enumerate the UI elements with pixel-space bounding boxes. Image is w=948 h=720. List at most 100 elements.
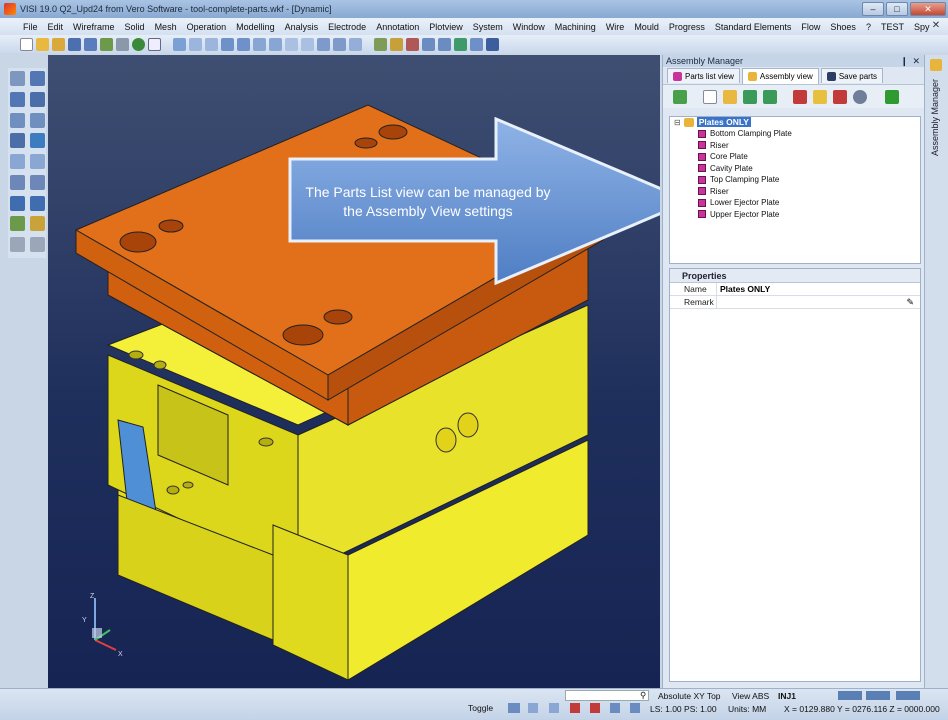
solid-box-icon[interactable]: [30, 154, 45, 170]
calendar-icon[interactable]: [508, 703, 520, 713]
menu-progress[interactable]: Progress: [664, 22, 710, 32]
attributes-icon[interactable]: [422, 37, 435, 51]
refresh-icon[interactable]: [673, 89, 687, 104]
surface-icon[interactable]: [30, 133, 45, 149]
menu-shoes[interactable]: Shoes: [825, 22, 861, 32]
rotate-icon[interactable]: [10, 154, 25, 170]
tab-save-parts[interactable]: Save parts: [820, 68, 884, 83]
trim-icon[interactable]: [10, 133, 25, 149]
toggle-label[interactable]: Toggle: [468, 703, 493, 713]
layers-icon[interactable]: [406, 37, 419, 51]
arrow-right-icon[interactable]: [30, 237, 45, 253]
arrow-left-icon[interactable]: [10, 237, 25, 253]
collapse-icon[interactable]: ⊟: [674, 118, 681, 127]
menu-mould[interactable]: Mould: [629, 22, 664, 32]
menu-help[interactable]: ?: [861, 22, 876, 32]
graphics-viewport[interactable]: The Parts List view can be managed by th…: [48, 55, 660, 688]
box-icon[interactable]: [438, 37, 451, 51]
property-remark-value[interactable]: [716, 295, 920, 309]
menu-wireframe[interactable]: Wireframe: [68, 22, 120, 32]
extrude-icon[interactable]: [253, 37, 266, 51]
measure-icon[interactable]: [10, 174, 25, 190]
tab-assembly-view[interactable]: Assembly view: [741, 68, 819, 84]
render-icon[interactable]: [132, 37, 145, 51]
select-icon[interactable]: [813, 89, 827, 104]
menu-electrode[interactable]: Electrode: [323, 22, 371, 32]
chamfer-icon[interactable]: [317, 37, 330, 51]
explode-icon[interactable]: [833, 89, 847, 104]
polyline-icon[interactable]: [30, 91, 45, 107]
checkmark-icon[interactable]: [885, 89, 899, 104]
inj-label[interactable]: INJ1: [778, 691, 796, 701]
view-mode-label[interactable]: Absolute XY Top: [658, 691, 721, 701]
new-assembly-icon[interactable]: [703, 89, 717, 104]
pattern-icon[interactable]: [349, 37, 362, 51]
tree-item[interactable]: Core Plate: [698, 151, 792, 163]
assembly-tree[interactable]: ⊟ Plates ONLY Bottom Clamping Plate Rise…: [669, 116, 921, 264]
right-side-tab[interactable]: Assembly Manager: [924, 55, 948, 688]
menu-plotview[interactable]: Plotview: [424, 22, 468, 32]
command-input[interactable]: [565, 690, 649, 701]
open-assembly-icon[interactable]: [723, 89, 737, 104]
menu-wire[interactable]: Wire: [601, 22, 630, 32]
cube-icon-2[interactable]: [237, 37, 250, 51]
grid-icon[interactable]: [374, 37, 387, 51]
grid-snap-icon[interactable]: [549, 703, 559, 713]
close-button[interactable]: ✕: [910, 2, 946, 16]
color-grid-icon[interactable]: [390, 37, 403, 51]
delete-icon[interactable]: [590, 703, 600, 713]
print-icon[interactable]: [116, 37, 129, 51]
menu-analysis[interactable]: Analysis: [280, 22, 324, 32]
new-file-icon[interactable]: [20, 37, 33, 51]
polar-icon[interactable]: [630, 703, 640, 713]
search-icon[interactable]: ⚲: [640, 690, 646, 701]
minimize-button[interactable]: –: [862, 2, 884, 16]
panel-icon[interactable]: [148, 37, 161, 51]
menu-modelling[interactable]: Modelling: [231, 22, 280, 32]
tree-item[interactable]: Top Clamping Plate: [698, 174, 792, 186]
transform-icon[interactable]: [10, 195, 25, 211]
save-as-icon[interactable]: [84, 37, 97, 51]
menu-test[interactable]: TEST: [876, 22, 909, 32]
spline-icon[interactable]: [30, 112, 45, 128]
open-folder-icon[interactable]: [36, 37, 49, 51]
boolean-icon[interactable]: [333, 37, 346, 51]
revolve-icon[interactable]: [269, 37, 282, 51]
tree-root[interactable]: ⊟ Plates ONLY: [674, 117, 751, 127]
menu-machining[interactable]: Machining: [550, 22, 601, 32]
panel-close-icon[interactable]: ✕: [912, 55, 920, 67]
edit-icon[interactable]: [30, 216, 45, 232]
tab-parts-list-view[interactable]: Parts list view: [667, 68, 740, 83]
layer-bar-icon[interactable]: [896, 691, 920, 700]
layer-bar-icon[interactable]: [838, 691, 862, 700]
tree-item[interactable]: Lower Ejector Plate: [698, 197, 792, 209]
tree-item[interactable]: Riser: [698, 140, 792, 152]
snap-icon[interactable]: [528, 703, 538, 713]
edit-pencil-icon[interactable]: ✎: [906, 297, 914, 308]
mirror-icon[interactable]: [30, 195, 45, 211]
save-icon[interactable]: [68, 37, 81, 51]
cylinder-icon-2[interactable]: [205, 37, 218, 51]
wizard-icon[interactable]: [10, 216, 25, 232]
filter-icon[interactable]: [793, 89, 807, 104]
property-name-value[interactable]: Plates ONLY: [716, 282, 920, 296]
layer-bar-icon[interactable]: [866, 691, 890, 700]
add-part-icon[interactable]: [743, 89, 757, 104]
menu-operation[interactable]: Operation: [182, 22, 232, 32]
cylinder-icon[interactable]: [189, 37, 202, 51]
menu-edit[interactable]: Edit: [43, 22, 69, 32]
shield-icon[interactable]: [454, 37, 467, 51]
menu-flow[interactable]: Flow: [796, 22, 825, 32]
cube-icon[interactable]: [221, 37, 234, 51]
fillet-icon[interactable]: [301, 37, 314, 51]
point-icon[interactable]: [10, 71, 25, 86]
shell-icon[interactable]: [285, 37, 298, 51]
menu-solid[interactable]: Solid: [120, 22, 150, 32]
tools-icon[interactable]: [486, 37, 499, 51]
menu-mesh[interactable]: Mesh: [150, 22, 182, 32]
pin-icon[interactable]: ❙: [900, 55, 908, 67]
line-icon[interactable]: [30, 71, 45, 86]
menu-standard-elements[interactable]: Standard Elements: [710, 22, 797, 32]
tree-item[interactable]: Cavity Plate: [698, 163, 792, 175]
menu-window[interactable]: Window: [508, 22, 550, 32]
